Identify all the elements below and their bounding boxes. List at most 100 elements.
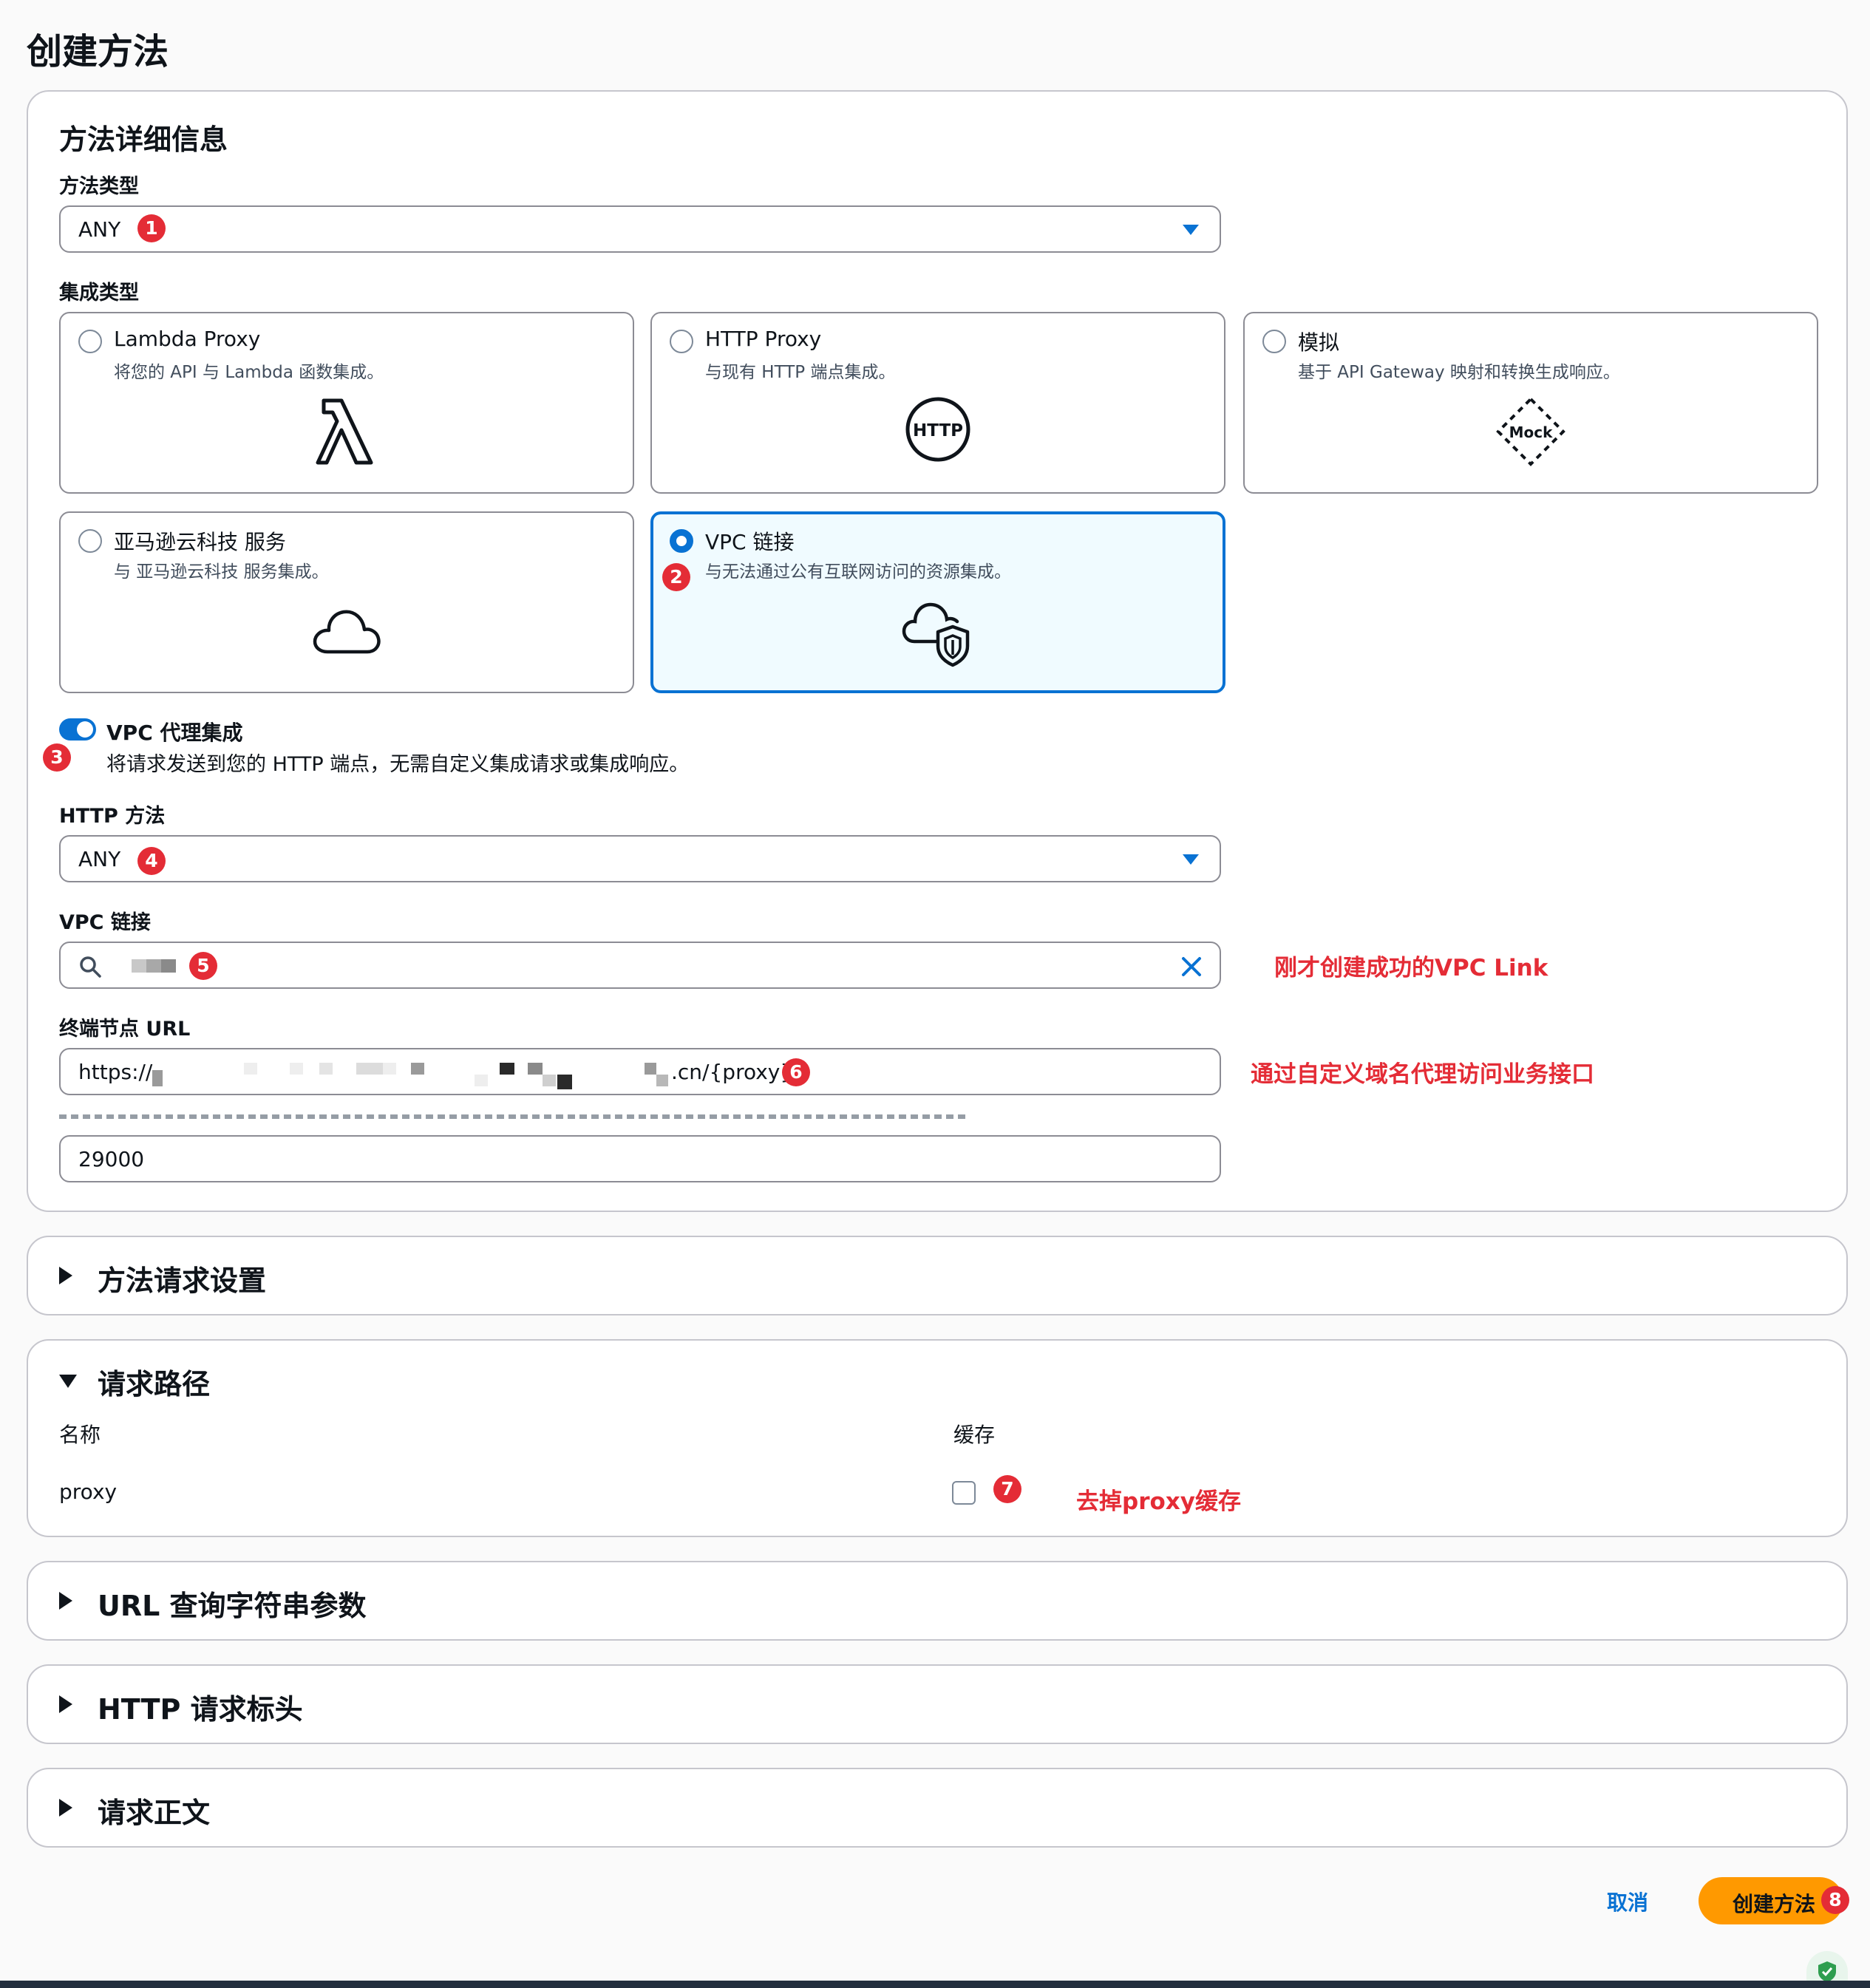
endpoint-url-input[interactable]: https:// .cn/{proxy} 6 xyxy=(59,1048,1221,1095)
redacted-text xyxy=(161,959,176,973)
vpc-proxy-label: VPC 代理集成 xyxy=(106,721,243,745)
redacted-text xyxy=(656,1075,668,1086)
method-request-settings-section[interactable]: 方法请求设置 xyxy=(27,1236,1848,1315)
redacted-text xyxy=(132,959,146,973)
annotation-badge: 6 xyxy=(782,1058,810,1086)
annotation-badge: 1 xyxy=(137,214,166,242)
create-method-label: 创建方法 xyxy=(1733,1892,1816,1916)
annotation-badge: 7 xyxy=(993,1475,1021,1503)
timeout-description-clipped xyxy=(59,1114,968,1119)
annotation-badge: 2 xyxy=(662,563,690,591)
integration-type-label: 集成类型 xyxy=(59,282,139,304)
section-title: 方法请求设置 xyxy=(98,1264,267,1297)
radio-button[interactable] xyxy=(78,330,102,353)
method-type-select[interactable]: ANY 1 xyxy=(59,205,1221,253)
annotation-badge: 5 xyxy=(189,952,217,980)
redacted-text xyxy=(645,1063,656,1075)
lambda-icon xyxy=(316,398,373,465)
http-icon: HTTP xyxy=(905,397,970,462)
cloud-icon xyxy=(313,610,381,654)
vpc-link-note: 刚才创建成功的VPC Link xyxy=(1274,955,1548,981)
redacted-text xyxy=(543,1075,556,1086)
request-path-section: 请求路径 名称 缓存 proxy 7 去掉proxy缓存 xyxy=(27,1339,1848,1537)
http-method-label: HTTP 方法 xyxy=(59,805,166,828)
section-title: 方法详细信息 xyxy=(59,123,228,156)
request-body-section[interactable]: 请求正文 xyxy=(27,1768,1848,1848)
redacted-text xyxy=(146,959,161,973)
integration-option-http-proxy[interactable]: HTTP Proxy 与现有 HTTP 端点集成。 HTTP xyxy=(650,312,1225,494)
section-title: URL 查询字符串参数 xyxy=(98,1590,367,1622)
cancel-button[interactable]: 取消 xyxy=(1607,1887,1648,1916)
integration-option-aws-service[interactable]: 亚马逊云科技 服务 与 亚马逊云科技 服务集成。 xyxy=(59,511,634,693)
cache-checkbox[interactable] xyxy=(952,1481,976,1505)
timeout-input[interactable]: 29000 xyxy=(59,1135,1221,1182)
integration-option-lambda[interactable]: Lambda Proxy 将您的 API 与 Lambda 函数集成。 xyxy=(59,312,634,494)
option-description: 与 亚马逊云科技 服务集成。 xyxy=(114,562,329,582)
option-title: Lambda Proxy xyxy=(114,327,261,351)
page-title: 创建方法 xyxy=(27,31,169,72)
option-title: 亚马逊云科技 服务 xyxy=(114,530,286,554)
radio-button[interactable] xyxy=(670,330,693,353)
option-description: 与无法通过公有互联网访问的资源集成。 xyxy=(705,562,1011,582)
option-description: 基于 API Gateway 映射和转换生成响应。 xyxy=(1298,363,1620,382)
section-title: 请求正文 xyxy=(98,1797,211,1829)
caret-right-icon xyxy=(59,1695,72,1713)
method-type-value: ANY xyxy=(78,217,121,242)
endpoint-url-label: 终端节点 URL xyxy=(59,1018,191,1041)
option-title: 模拟 xyxy=(1298,330,1340,355)
cloud-shield-icon xyxy=(902,602,970,667)
vpc-link-search-input[interactable]: 5 xyxy=(59,942,1221,989)
method-type-label: 方法类型 xyxy=(59,175,139,198)
section-title: 请求路径 xyxy=(98,1368,211,1400)
path-name: proxy xyxy=(59,1480,118,1504)
endpoint-url-suffix: .cn/{proxy} xyxy=(671,1060,794,1084)
annotation-badge: 3 xyxy=(43,743,71,772)
option-description: 将您的 API 与 Lambda 函数集成。 xyxy=(114,363,384,382)
column-header-name: 名称 xyxy=(59,1423,101,1447)
endpoint-url-note: 通过自定义域名代理访问业务接口 xyxy=(1251,1061,1594,1088)
section-title: HTTP 请求标头 xyxy=(98,1693,303,1726)
option-title: VPC 链接 xyxy=(705,530,795,554)
caret-right-icon xyxy=(59,1799,72,1817)
column-header-cache: 缓存 xyxy=(953,1423,996,1447)
integration-option-vpc-link[interactable]: VPC 链接 与无法通过公有互联网访问的资源集成。 2 xyxy=(650,511,1225,693)
endpoint-url-prefix: https:// xyxy=(78,1060,153,1084)
redacted-text xyxy=(152,1070,163,1086)
http-icon-text: HTTP xyxy=(913,421,963,440)
option-description: 与现有 HTTP 端点集成。 xyxy=(705,363,896,382)
annotation-badge: 8 xyxy=(1821,1886,1849,1914)
bottom-bar xyxy=(0,1981,1870,1988)
search-icon xyxy=(80,956,101,978)
radio-button[interactable] xyxy=(1262,330,1286,353)
http-request-headers-section[interactable]: HTTP 请求标头 xyxy=(27,1664,1848,1744)
request-path-header[interactable]: 请求路径 xyxy=(28,1341,1846,1415)
redacted-text xyxy=(557,1075,572,1089)
redacted-text xyxy=(500,1063,514,1075)
redacted-text xyxy=(319,1063,333,1075)
caret-right-icon xyxy=(59,1267,72,1284)
vpc-link-label: VPC 链接 xyxy=(59,911,151,934)
redacted-text xyxy=(383,1063,396,1075)
integration-option-mock[interactable]: 模拟 基于 API Gateway 映射和转换生成响应。 Mock xyxy=(1243,312,1818,494)
redacted-text xyxy=(411,1063,424,1075)
redacted-text xyxy=(290,1063,303,1075)
vpc-proxy-description: 将请求发送到您的 HTTP 端点，无需自定义集成请求或集成响应。 xyxy=(106,753,690,776)
cache-note: 去掉proxy缓存 xyxy=(1076,1488,1241,1515)
vpc-proxy-toggle[interactable] xyxy=(59,718,96,741)
http-method-value: ANY xyxy=(78,847,121,871)
mock-icon-text: Mock xyxy=(1509,423,1553,441)
url-query-parameters-section[interactable]: URL 查询字符串参数 xyxy=(27,1561,1848,1641)
redacted-text xyxy=(356,1063,383,1075)
redacted-text xyxy=(244,1063,257,1075)
clear-icon[interactable] xyxy=(1180,955,1203,978)
option-title: HTTP Proxy xyxy=(705,327,822,351)
method-details-panel: 方法详细信息 方法类型 ANY 1 集成类型 Lambda Proxy 将您的 … xyxy=(27,90,1848,1212)
mock-icon: Mock xyxy=(1496,397,1565,466)
timeout-value: 29000 xyxy=(78,1147,145,1171)
chevron-down-icon xyxy=(1183,854,1199,865)
chevron-down-icon xyxy=(1183,225,1199,235)
http-method-select[interactable]: ANY 4 xyxy=(59,835,1221,882)
annotation-badge: 4 xyxy=(137,847,166,875)
radio-button[interactable] xyxy=(78,529,102,553)
radio-button[interactable] xyxy=(670,529,693,553)
